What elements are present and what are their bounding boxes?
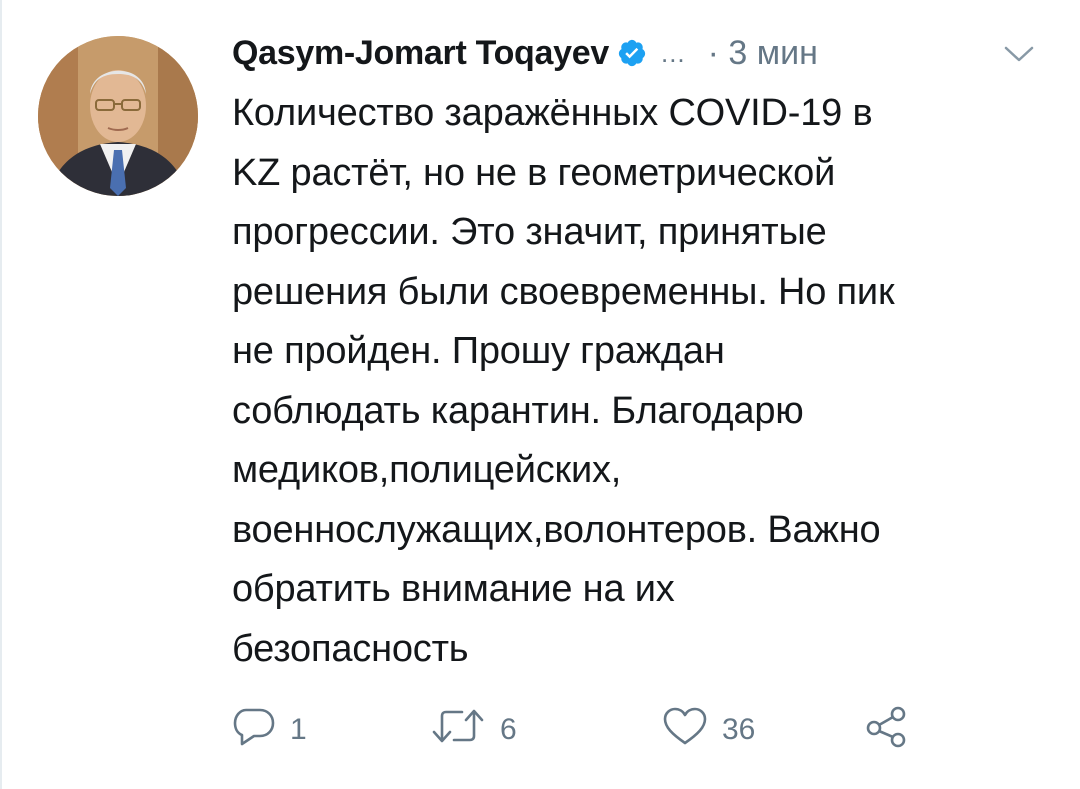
verified-badge-icon [617, 38, 647, 68]
like-count: 36 [722, 713, 756, 746]
tweet-card[interactable]: Qasym-Jomart Toqayev ... · 3 мин Количес… [0, 0, 1080, 789]
retweet-button[interactable]: 6 [430, 700, 517, 760]
reply-button[interactable]: 1 [232, 700, 307, 760]
heart-icon [662, 706, 708, 754]
tweet-timestamp[interactable]: · 3 мин [708, 34, 818, 73]
avatar-photo [38, 36, 198, 196]
share-icon [864, 704, 910, 756]
name-truncation-ellipsis: ... [660, 37, 686, 68]
share-button[interactable] [864, 700, 910, 760]
avatar[interactable] [38, 36, 198, 196]
tweet-text: Количество заражённых COVID-19 в KZ раст… [232, 92, 895, 670]
retweet-count: 6 [500, 713, 517, 746]
tweet-header: Qasym-Jomart Toqayev ... · 3 мин [232, 28, 818, 78]
reply-count: 1 [290, 713, 307, 746]
tweet-actions: 1 6 36 [232, 700, 992, 760]
chevron-down-icon[interactable] [1002, 42, 1036, 66]
author-name[interactable]: Qasym-Jomart Toqayev [232, 34, 609, 73]
reply-icon [232, 706, 276, 754]
like-button[interactable]: 36 [662, 700, 755, 760]
retweet-icon [430, 706, 486, 754]
